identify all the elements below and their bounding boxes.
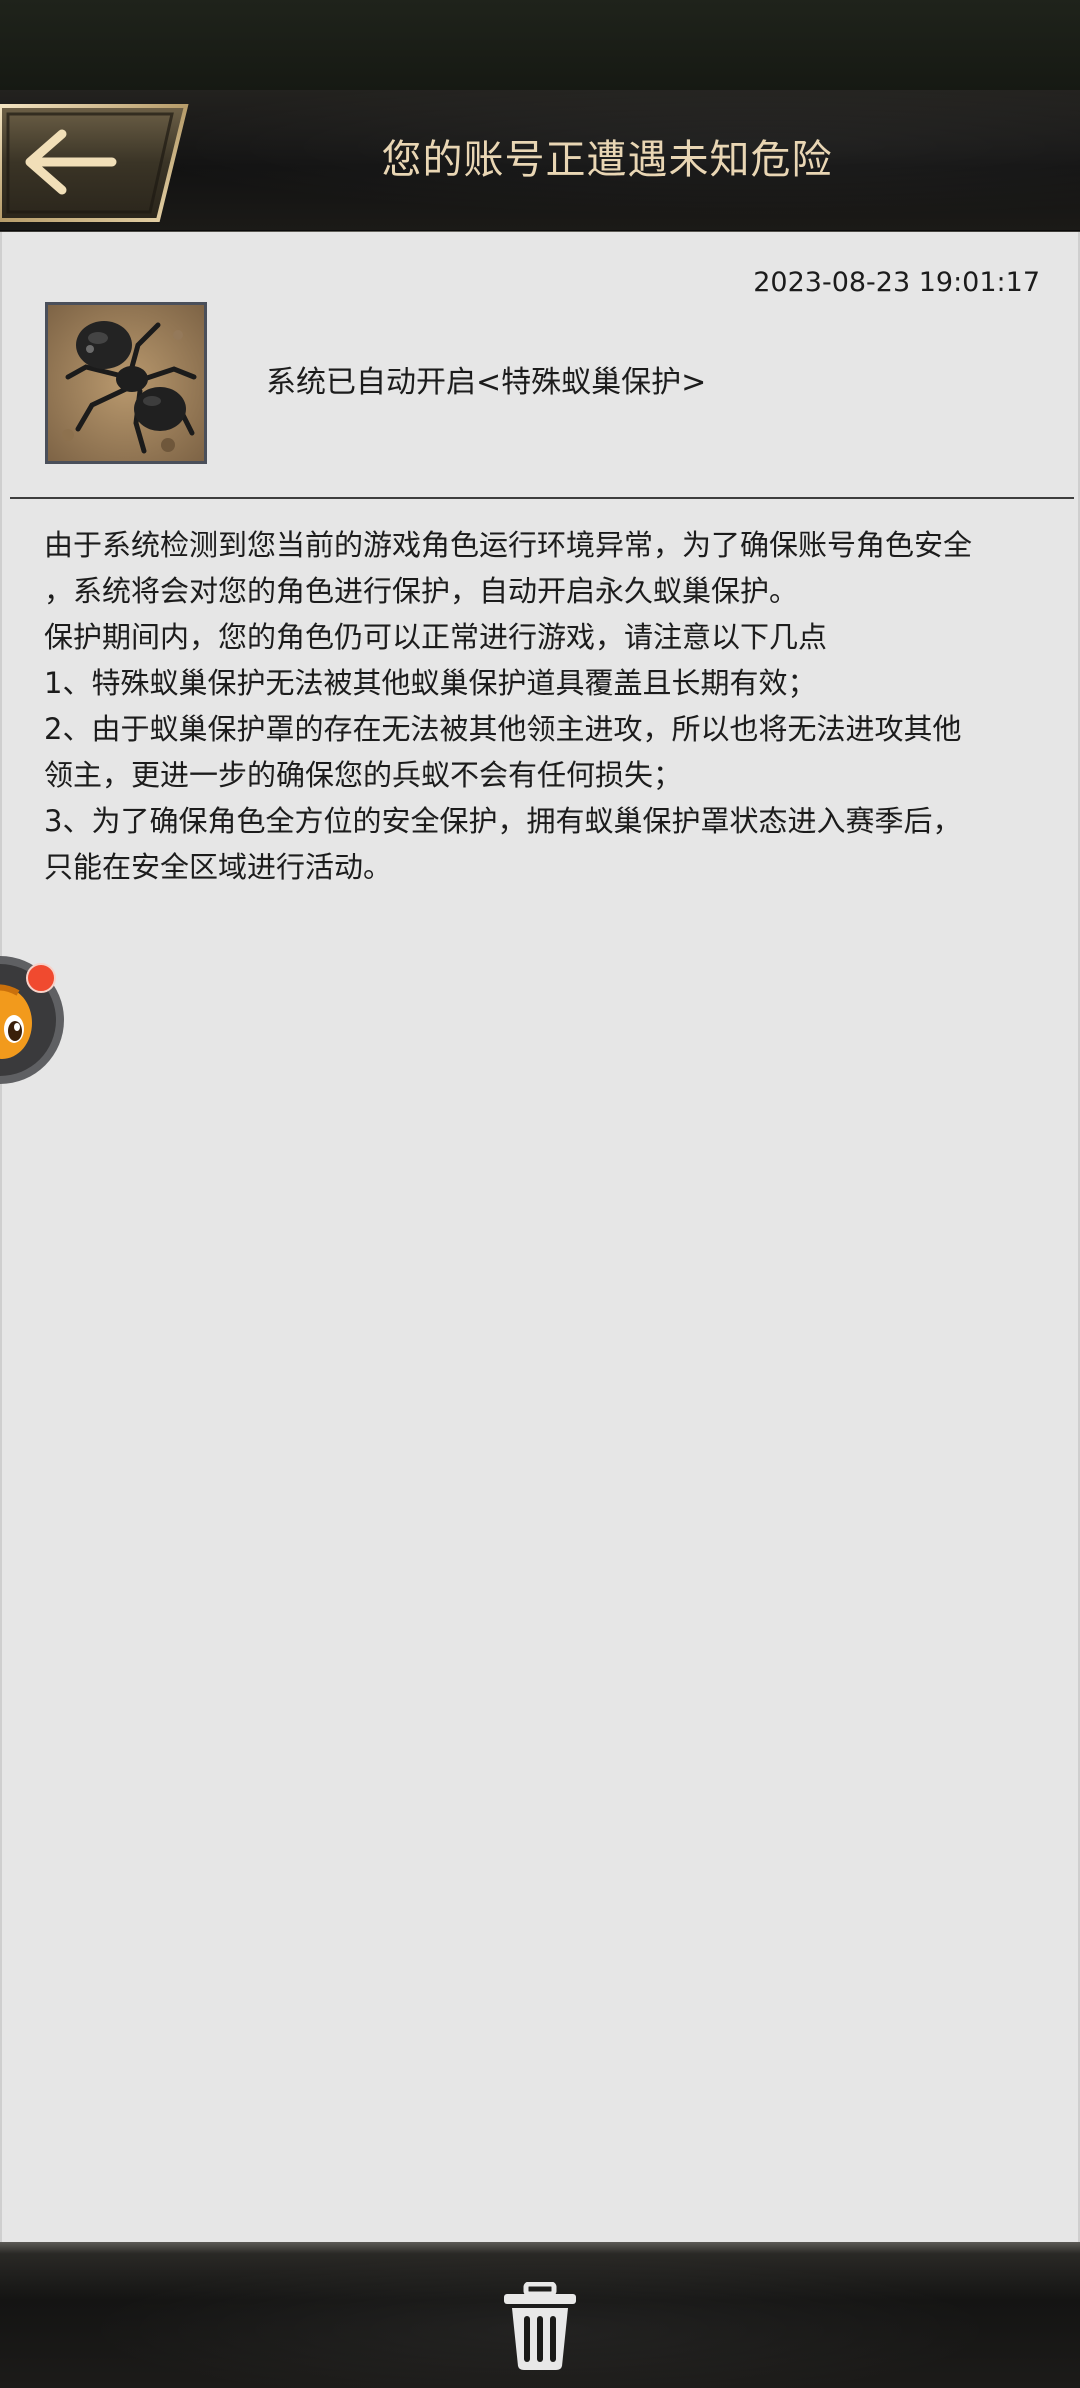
floating-assistant-button[interactable] bbox=[0, 955, 66, 1085]
delete-button[interactable] bbox=[500, 2281, 580, 2372]
mail-body-line: 只能在安全区域进行活动。 bbox=[44, 850, 393, 884]
mail-body-line: 1、特殊蚁巢保护无法被其他蚁巢保护道具覆盖且长期有效； bbox=[44, 666, 817, 700]
mail-body-line: 2、由于蚁巢保护罩的存在无法被其他领主进攻，所以也将无法进攻其他 bbox=[44, 712, 962, 746]
mail-body-line: 领主，更进一步的确保您的兵蚁不会有任何损失； bbox=[44, 758, 683, 792]
mail-body: 由于系统检测到您当前的游戏角色运行环境异常，为了确保账号角色安全 ，系统将会对您… bbox=[44, 522, 1044, 890]
notification-badge bbox=[26, 963, 56, 993]
mail-detail-screen: 您的账号正遭遇未知危险 2023-08-23 19:01:17 系统已自动开启<… bbox=[0, 0, 1080, 2388]
mail-body-line: ，系统将会对您的角色进行保护，自动开启永久蚁巢保护。 bbox=[44, 574, 799, 608]
status-bar bbox=[0, 0, 1080, 90]
footer-bar bbox=[0, 2242, 1080, 2388]
header-bar: 您的账号正遭遇未知危险 bbox=[0, 90, 1080, 234]
mail-body-line: 3、为了确保角色全方位的安全保护，拥有蚁巢保护罩状态进入赛季后， bbox=[44, 804, 962, 838]
mail-timestamp: 2023-08-23 19:01:17 bbox=[753, 267, 1040, 298]
back-button[interactable] bbox=[0, 104, 190, 222]
trash-icon bbox=[504, 2281, 576, 2370]
mail-subject: 系统已自动开启<特殊蚁巢保护> bbox=[266, 365, 707, 400]
page-title: 您的账号正遭遇未知危险 bbox=[381, 137, 833, 183]
mail-body-line: 保护期间内，您的角色仍可以正常进行游戏，请注意以下几点 bbox=[44, 620, 828, 654]
divider bbox=[10, 497, 1074, 499]
mail-body-line: 由于系统检测到您当前的游戏角色运行环境异常，为了确保账号角色安全 bbox=[44, 528, 973, 562]
back-arrow-icon bbox=[0, 104, 189, 222]
ant-avatar-icon bbox=[45, 302, 207, 464]
mail-content-panel: 2023-08-23 19:01:17 系统已自动开启<特殊蚁巢保护> 由于系统… bbox=[0, 232, 1080, 2242]
